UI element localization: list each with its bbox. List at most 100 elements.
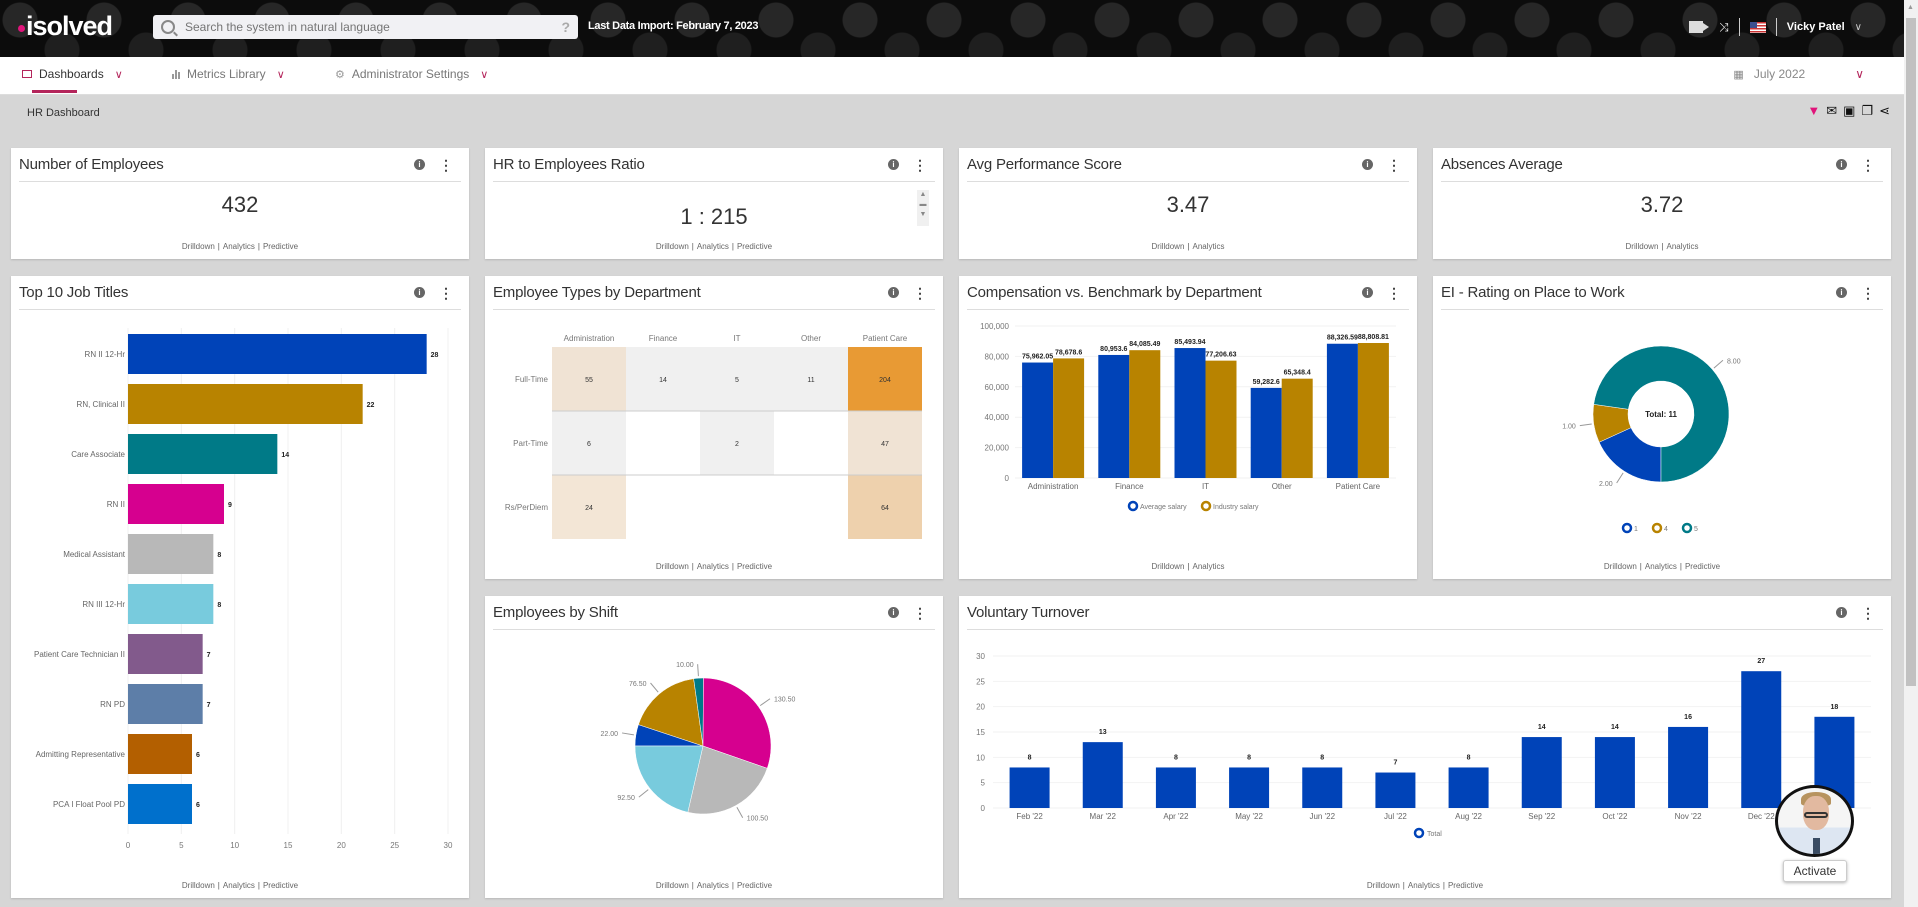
more-menu-icon[interactable]: ⋮ xyxy=(1861,286,1875,300)
drilldown-link[interactable]: Drilldown xyxy=(1626,242,1659,251)
drilldown-link[interactable]: Drilldown xyxy=(182,881,215,890)
column-label: Patient Care xyxy=(863,334,908,343)
drilldown-link[interactable]: Drilldown xyxy=(1152,242,1185,251)
predictive-link[interactable]: Predictive xyxy=(737,242,772,251)
info-icon[interactable]: i xyxy=(888,607,899,618)
analytics-link[interactable]: Analytics xyxy=(697,881,729,890)
analytics-link[interactable]: Analytics xyxy=(1192,562,1224,571)
y-tick-label: 60,000 xyxy=(985,383,1010,392)
predictive-link[interactable]: Predictive xyxy=(737,881,772,890)
more-menu-icon[interactable]: ⋮ xyxy=(1387,158,1401,172)
legend-label: 4 xyxy=(1664,526,1668,533)
info-icon[interactable]: i xyxy=(414,159,425,170)
chevron-down-icon: ∨ xyxy=(114,68,123,81)
bar xyxy=(1098,354,1130,478)
page-title: HR Dashboard xyxy=(27,107,100,119)
bar xyxy=(1375,772,1416,808)
chevron-down-icon: ∨ xyxy=(1855,67,1864,81)
info-icon[interactable]: i xyxy=(414,287,425,298)
analytics-link[interactable]: Analytics xyxy=(223,881,255,890)
drilldown-link[interactable]: Drilldown xyxy=(1604,562,1637,571)
drilldown-link[interactable]: Drilldown xyxy=(656,242,689,251)
x-tick-label: Oct '22 xyxy=(1602,812,1628,821)
more-menu-icon[interactable]: ⋮ xyxy=(439,286,453,300)
video-icon[interactable] xyxy=(1689,21,1710,33)
more-menu-icon[interactable]: ⋮ xyxy=(1861,606,1875,620)
more-menu-icon[interactable]: ⋮ xyxy=(439,158,453,172)
bar xyxy=(1448,767,1489,808)
card-title: Employees by Shift xyxy=(493,604,618,621)
drilldown-link[interactable]: Drilldown xyxy=(656,881,689,890)
more-menu-icon[interactable]: ⋮ xyxy=(1387,286,1401,300)
copy-icon[interactable]: ❐ xyxy=(1861,104,1873,117)
date-selector[interactable]: ▦ July 2022 ∨ xyxy=(1733,67,1864,81)
analytics-link[interactable]: Analytics xyxy=(1645,562,1677,571)
analytics-link[interactable]: Analytics xyxy=(223,242,255,251)
nav-administrator-settings[interactable]: ⚙ Administrator Settings ∨ xyxy=(335,67,488,81)
info-icon[interactable]: i xyxy=(1362,287,1373,298)
more-menu-icon[interactable]: ⋮ xyxy=(913,606,927,620)
predictive-link[interactable]: Predictive xyxy=(737,562,772,571)
search-icon xyxy=(161,20,175,34)
legend-marker xyxy=(1200,500,1212,512)
info-icon[interactable]: i xyxy=(1836,159,1847,170)
data-label: 18 xyxy=(1831,704,1839,711)
info-icon[interactable]: i xyxy=(1836,607,1847,618)
info-icon[interactable]: i xyxy=(1362,159,1373,170)
scrollbar-thumb[interactable] xyxy=(1906,18,1916,686)
slice-label: 76.50 xyxy=(629,681,647,688)
filter-icon[interactable]: ▼ xyxy=(1807,104,1820,117)
email-icon[interactable]: ✉ xyxy=(1826,104,1837,117)
predictive-link[interactable]: Predictive xyxy=(1685,562,1720,571)
help-icon[interactable]: ? xyxy=(561,19,570,35)
predictive-link[interactable]: Predictive xyxy=(263,881,298,890)
predictive-link[interactable]: Predictive xyxy=(1448,881,1483,890)
mini-scrollbar[interactable]: ▲ ▬ ▼ xyxy=(917,190,929,226)
us-flag-icon[interactable] xyxy=(1749,21,1766,33)
category-label: RN PD xyxy=(100,700,125,709)
legend-label: Total xyxy=(1427,831,1442,838)
logo[interactable]: isolved xyxy=(18,11,113,42)
slice-label: 130.50 xyxy=(774,697,796,704)
drilldown-link[interactable]: Drilldown xyxy=(1367,881,1400,890)
y-tick-label: 40,000 xyxy=(985,413,1010,422)
presentation-icon[interactable]: ▣ xyxy=(1843,104,1855,117)
divider xyxy=(1738,18,1740,36)
drilldown-link[interactable]: Drilldown xyxy=(1152,562,1185,571)
activate-button[interactable]: Activate xyxy=(1783,860,1847,882)
nav-label: Administrator Settings xyxy=(351,67,470,81)
user-name[interactable]: Vicky Patel xyxy=(1787,21,1845,33)
bar-chart-icon xyxy=(172,69,180,79)
predictive-link[interactable]: Predictive xyxy=(263,242,298,251)
analytics-link[interactable]: Analytics xyxy=(1408,881,1440,890)
more-menu-icon[interactable]: ⋮ xyxy=(913,158,927,172)
chevron-down-icon[interactable]: ∨ xyxy=(1855,22,1862,33)
card-employees-by-shift: Employees by Shift i ⋮ 22.00 76.50 10.00 130.… xyxy=(485,596,943,898)
nav-dashboards[interactable]: Dashboards ∨ xyxy=(22,67,123,81)
info-icon[interactable]: i xyxy=(888,287,899,298)
nav-metrics-library[interactable]: Metrics Library ∨ xyxy=(172,67,285,81)
analytics-link[interactable]: Analytics xyxy=(697,562,729,571)
x-tick-label: May '22 xyxy=(1235,812,1263,821)
info-icon[interactable]: i xyxy=(888,159,899,170)
category-label: RN II xyxy=(107,500,125,509)
data-label: 16 xyxy=(1684,714,1692,721)
info-icon[interactable]: i xyxy=(1836,287,1847,298)
analytics-link[interactable]: Analytics xyxy=(1666,242,1698,251)
analytics-link[interactable]: Analytics xyxy=(1192,242,1224,251)
assistant-avatar[interactable] xyxy=(1775,785,1854,857)
scroll-up-icon[interactable]: ▲ xyxy=(1907,4,1914,11)
search-input[interactable] xyxy=(185,20,562,34)
more-menu-icon[interactable]: ⋮ xyxy=(913,286,927,300)
drilldown-link[interactable]: Drilldown xyxy=(182,242,215,251)
leader-line xyxy=(1616,472,1624,484)
share-icon[interactable]: ⋖ xyxy=(1879,104,1890,117)
drilldown-link[interactable]: Drilldown xyxy=(656,562,689,571)
search-bar[interactable]: ? xyxy=(153,15,578,39)
shuffle-icon[interactable]: ⤨ xyxy=(1719,20,1729,35)
bar xyxy=(1053,358,1085,478)
data-label: 14 xyxy=(1611,724,1619,731)
analytics-link[interactable]: Analytics xyxy=(697,242,729,251)
more-menu-icon[interactable]: ⋮ xyxy=(1861,158,1875,172)
page-scrollbar[interactable]: ▲ xyxy=(1904,0,1918,907)
